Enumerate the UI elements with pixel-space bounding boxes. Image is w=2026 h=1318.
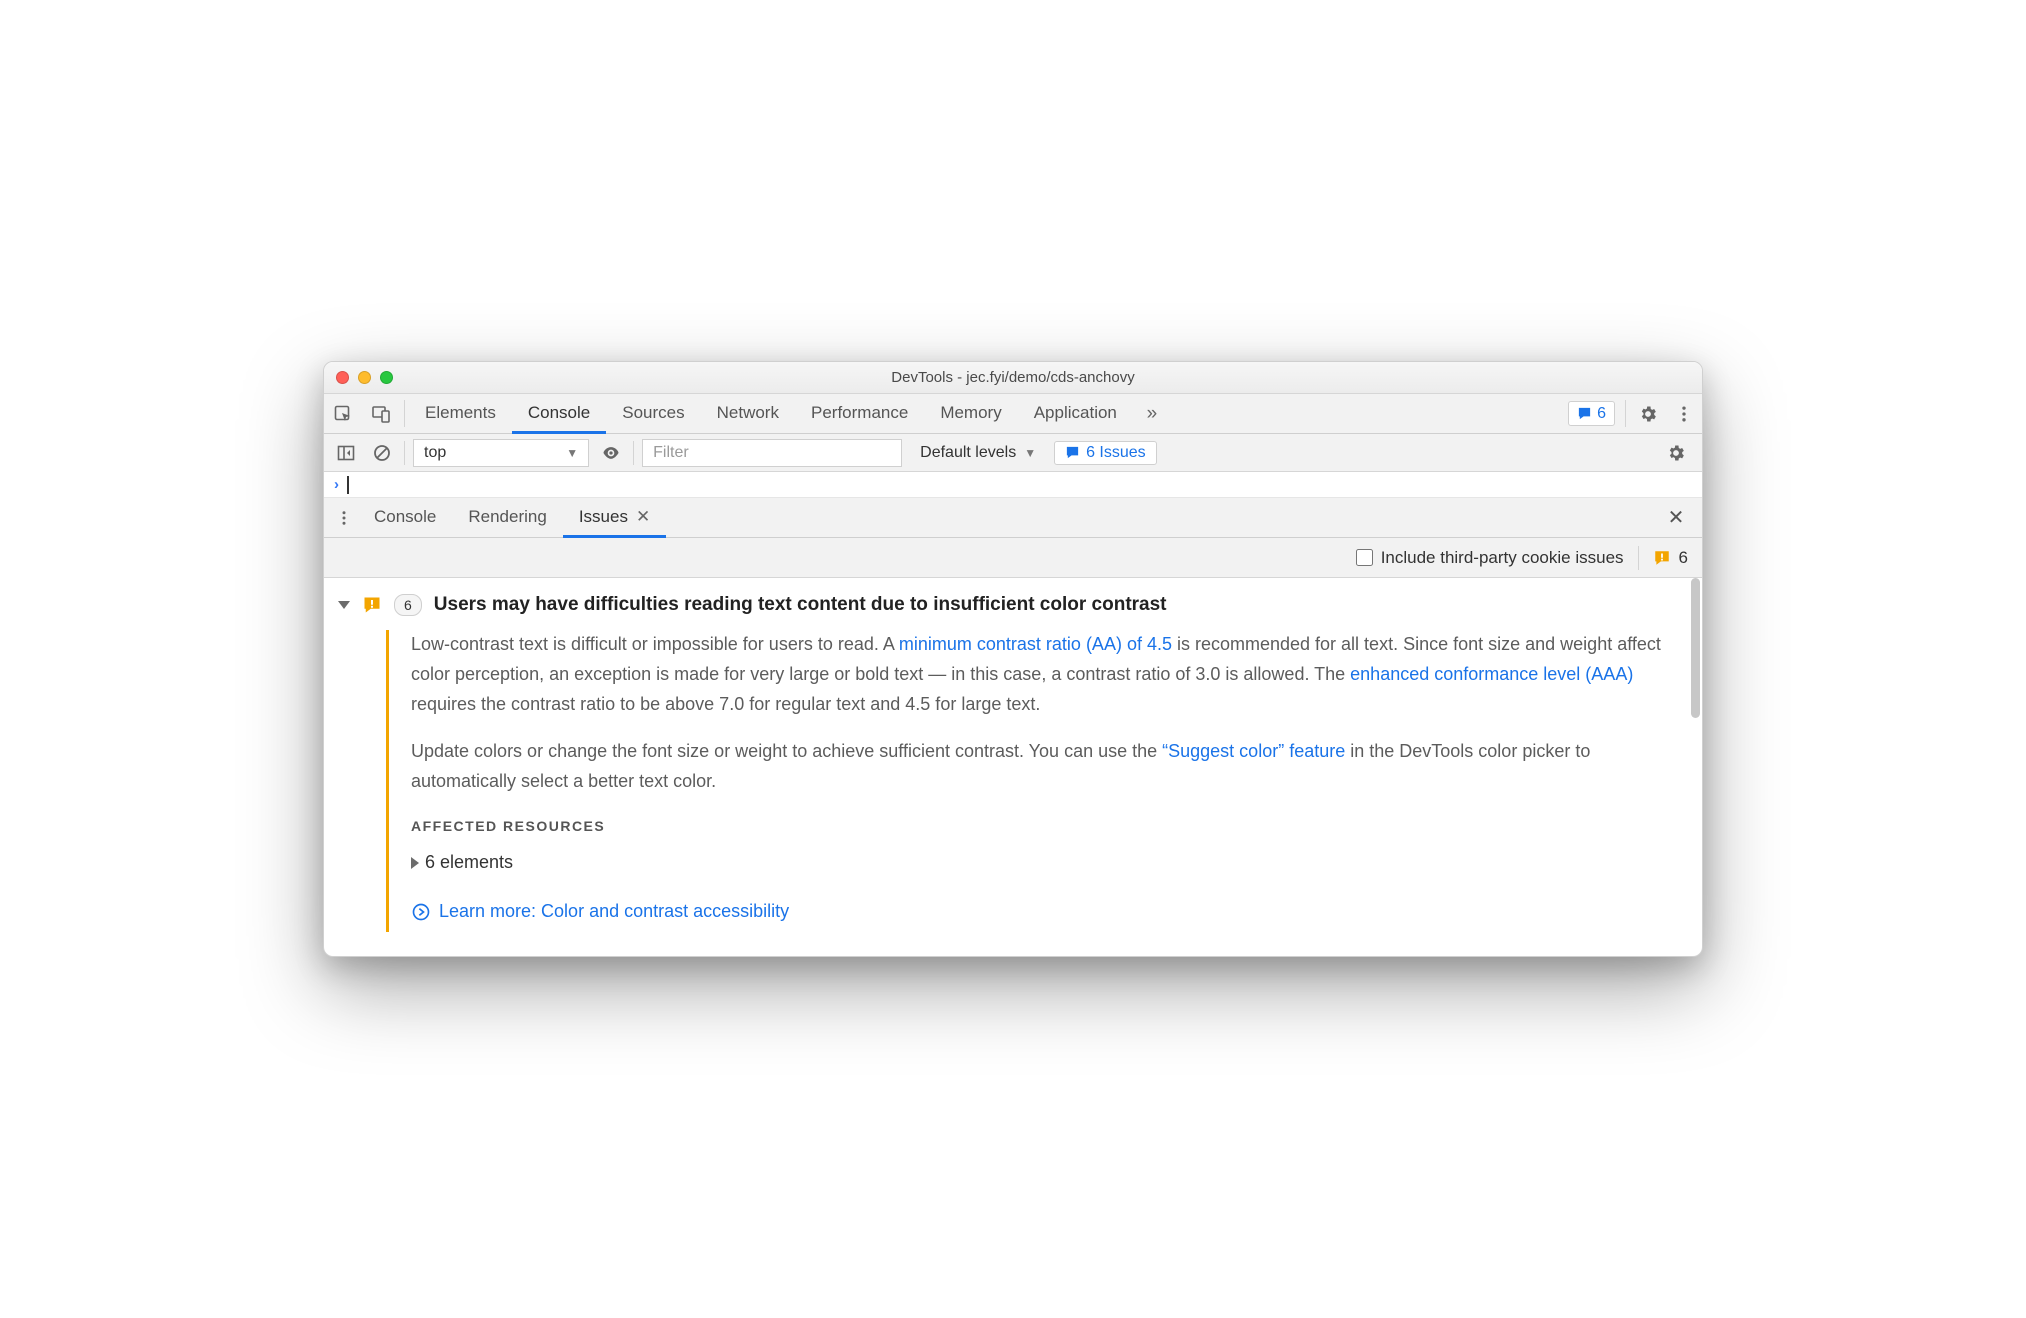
divider: [404, 400, 405, 427]
divider: [1625, 400, 1626, 427]
arrow-circle-icon: [411, 902, 431, 922]
console-prompt[interactable]: ›: [324, 472, 1702, 498]
drawer-tab-issues[interactable]: Issues ✕: [563, 498, 666, 538]
window-title: DevTools - jec.fyi/demo/cds-anchovy: [324, 369, 1702, 386]
issue-header[interactable]: 6 Users may have difficulties reading te…: [338, 594, 1682, 616]
issues-link-label: 6 Issues: [1086, 444, 1146, 462]
live-expression-icon[interactable]: [597, 439, 625, 467]
drawer-tab-console[interactable]: Console: [358, 498, 452, 538]
settings-icon[interactable]: [1630, 394, 1666, 433]
warning-icon: [362, 595, 382, 615]
tab-console[interactable]: Console: [512, 394, 606, 434]
log-levels-label: Default levels: [920, 444, 1016, 462]
filter-input[interactable]: [642, 439, 902, 467]
issue-content: 6 Users may have difficulties reading te…: [324, 578, 1702, 956]
main-tabs: Elements Console Sources Network Perform…: [324, 394, 1702, 434]
expand-icon[interactable]: [338, 601, 350, 609]
log-levels-selector[interactable]: Default levels ▼: [910, 439, 1046, 467]
tab-network[interactable]: Network: [701, 394, 795, 434]
close-tab-icon[interactable]: ✕: [636, 507, 650, 527]
issue-paragraph-1: Low-contrast text is difficult or imposs…: [411, 630, 1682, 719]
console-toolbar: top ▼ Default levels ▼ 6 Issues: [324, 434, 1702, 472]
sidebar-toggle-icon[interactable]: [332, 439, 360, 467]
third-party-checkbox[interactable]: [1356, 549, 1373, 566]
link-min-contrast-aa[interactable]: minimum contrast ratio (AA) of 4.5: [899, 634, 1172, 654]
issues-link[interactable]: 6 Issues: [1054, 441, 1157, 465]
clear-console-icon[interactable]: [368, 439, 396, 467]
issues-count-number: 6: [1679, 548, 1688, 568]
tab-elements[interactable]: Elements: [409, 394, 512, 434]
devtools-window: DevTools - jec.fyi/demo/cds-anchovy Elem…: [323, 361, 1703, 957]
issue-title: Users may have difficulties reading text…: [434, 594, 1167, 616]
prompt-chevron-icon: ›: [334, 476, 339, 493]
more-tabs-icon[interactable]: »: [1133, 394, 1171, 433]
drawer-menu-icon[interactable]: [330, 498, 358, 537]
issues-badge[interactable]: 6: [1568, 401, 1615, 426]
issue-count-pill: 6: [394, 594, 422, 616]
context-label: top: [424, 444, 446, 462]
affected-resources-heading: AFFECTED RESOURCES: [411, 815, 1682, 838]
inspect-element-icon[interactable]: [324, 394, 362, 433]
link-suggest-color[interactable]: “Suggest color” feature: [1162, 741, 1345, 761]
divider: [404, 441, 405, 465]
titlebar: DevTools - jec.fyi/demo/cds-anchovy: [324, 362, 1702, 394]
learn-more-label: Learn more: Color and contrast accessibi…: [439, 897, 789, 927]
divider: [1638, 546, 1639, 570]
issues-pane: 6 Users may have difficulties reading te…: [324, 578, 1702, 956]
device-toolbar-icon[interactable]: [362, 394, 400, 433]
expand-icon[interactable]: [411, 857, 419, 869]
tab-application[interactable]: Application: [1018, 394, 1133, 434]
third-party-text: Include third-party cookie issues: [1381, 548, 1624, 568]
link-enhanced-aaa[interactable]: enhanced conformance level (AAA): [1350, 664, 1633, 684]
divider: [633, 441, 634, 465]
warning-icon: [1653, 549, 1671, 567]
affected-elements-row[interactable]: 6 elements: [411, 848, 1682, 878]
issue-body: Low-contrast text is difficult or imposs…: [386, 630, 1682, 932]
learn-more-link[interactable]: Learn more: Color and contrast accessibi…: [411, 897, 789, 927]
drawer-tabs: Console Rendering Issues ✕ ✕: [324, 498, 1702, 538]
third-party-checkbox-label[interactable]: Include third-party cookie issues: [1356, 548, 1624, 568]
tab-sources[interactable]: Sources: [606, 394, 700, 434]
tab-performance[interactable]: Performance: [795, 394, 924, 434]
close-drawer-icon[interactable]: ✕: [1656, 498, 1696, 537]
drawer-tab-rendering[interactable]: Rendering: [452, 498, 562, 538]
issues-count: 6: [1653, 548, 1688, 568]
kebab-menu-icon[interactable]: [1666, 394, 1702, 433]
drawer-tab-issues-label: Issues: [579, 507, 628, 527]
issues-toolbar: Include third-party cookie issues 6: [324, 538, 1702, 578]
console-settings-icon[interactable]: [1662, 439, 1690, 467]
tab-memory[interactable]: Memory: [924, 394, 1017, 434]
scrollbar-thumb[interactable]: [1691, 578, 1700, 718]
issues-badge-count: 6: [1597, 405, 1606, 423]
context-selector[interactable]: top ▼: [413, 439, 589, 467]
text-cursor: [347, 476, 349, 494]
issue-paragraph-2: Update colors or change the font size or…: [411, 737, 1682, 796]
